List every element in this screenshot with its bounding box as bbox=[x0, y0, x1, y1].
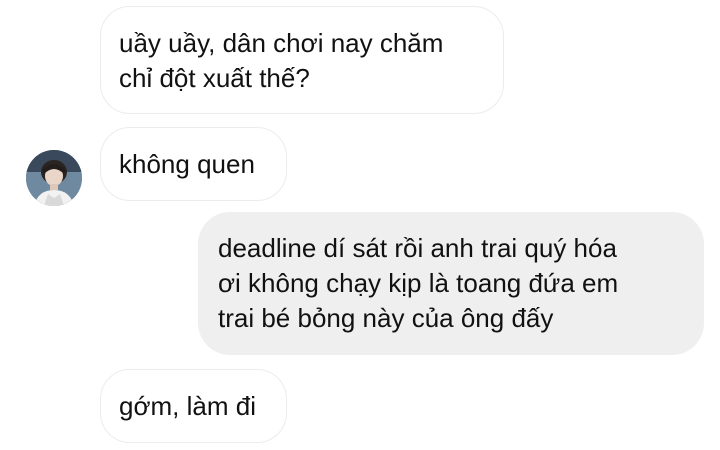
message-text-line: uầy uầy, dân chơi nay chăm bbox=[119, 28, 444, 58]
contact-avatar[interactable] bbox=[26, 150, 82, 206]
outgoing-message-bubble[interactable]: deadline dí sát rồi anh trai quý hóa ơi … bbox=[198, 212, 704, 355]
message-text-line: trai bé bỏng này của ông đấy bbox=[218, 303, 554, 333]
message-text-line: chỉ đột xuất thế? bbox=[119, 63, 310, 93]
message-text-line: deadline dí sát rồi anh trai quý hóa bbox=[218, 233, 617, 263]
incoming-message-bubble[interactable]: uầy uầy, dân chơi nay chăm chỉ đột xuất … bbox=[100, 6, 504, 114]
incoming-message-bubble[interactable]: không quen bbox=[100, 127, 287, 201]
message-text-line: không quen bbox=[119, 149, 255, 179]
message-text-line: ơi không chạy kịp là toang đứa em bbox=[218, 268, 619, 298]
message-text-line: gớm, làm đi bbox=[119, 391, 256, 421]
avatar-photo-icon bbox=[26, 150, 82, 206]
incoming-message-bubble[interactable]: gớm, làm đi bbox=[100, 369, 287, 443]
